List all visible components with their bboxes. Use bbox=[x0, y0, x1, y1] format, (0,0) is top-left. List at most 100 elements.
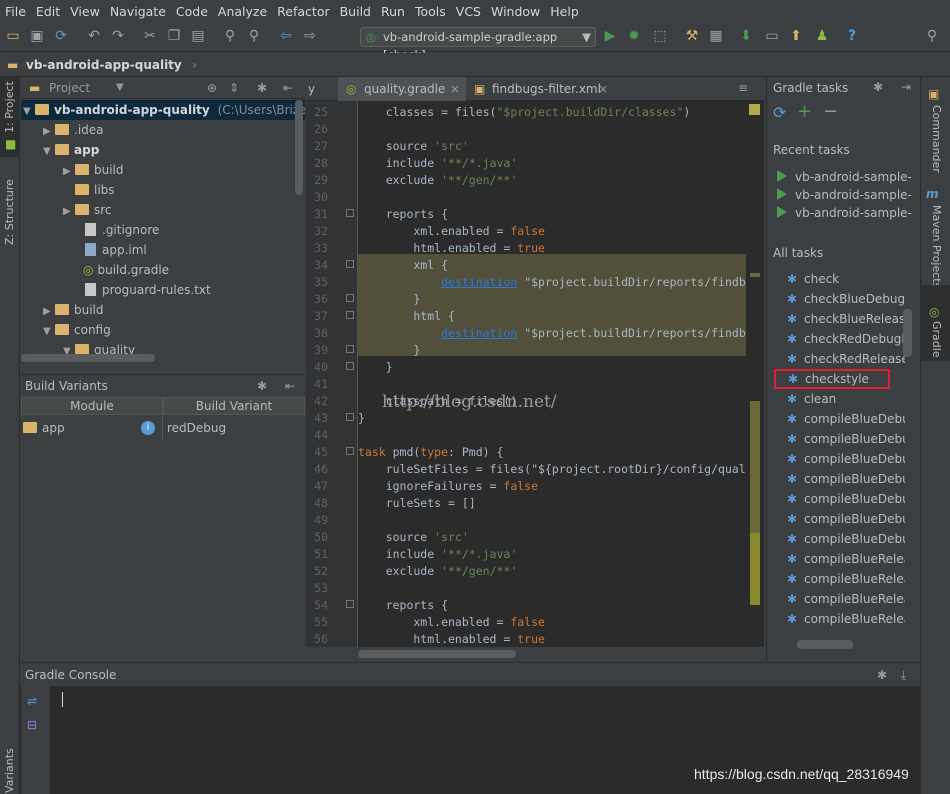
column-header-build-variant[interactable]: Build Variant bbox=[163, 397, 305, 415]
menu-item-tools[interactable]: Tools bbox=[410, 4, 451, 19]
fold-marker-icon[interactable] bbox=[346, 294, 354, 302]
menu-item-analyze[interactable]: Analyze bbox=[213, 4, 272, 19]
settings-gear-icon[interactable]: ✱ bbox=[257, 375, 267, 397]
breadcrumb-project[interactable]: vb-android-app-quality bbox=[26, 58, 182, 72]
sdk-manager-icon[interactable]: ⬇ bbox=[736, 26, 756, 46]
menu-item-help[interactable]: Help bbox=[545, 4, 584, 19]
close-icon[interactable]: × bbox=[598, 77, 608, 101]
settings-wrench-icon[interactable]: ⚒ bbox=[682, 26, 702, 46]
tree-row-build-gradle[interactable]: ◎ build.gradle bbox=[83, 260, 169, 280]
fold-marker-icon[interactable] bbox=[346, 209, 354, 217]
task-item-compilebluedebu[interactable]: ✱ compileBlueDebu bbox=[787, 409, 905, 429]
settings-gear-icon[interactable]: ✱ bbox=[877, 663, 887, 687]
coverage-icon[interactable]: ⬚ bbox=[650, 26, 670, 46]
collapse-all-icon[interactable]: ⇕ bbox=[229, 77, 239, 99]
menu-item-file[interactable]: File bbox=[0, 4, 31, 19]
menu-item-code[interactable]: Code bbox=[171, 4, 213, 19]
tab-previous[interactable]: y bbox=[306, 77, 336, 101]
menu-item-window[interactable]: Window bbox=[486, 4, 545, 19]
sync-icon[interactable]: ⟳ bbox=[51, 26, 71, 46]
open-folder-icon[interactable]: ▭ bbox=[3, 26, 23, 46]
tree-vscrollbar[interactable] bbox=[295, 100, 303, 195]
expand-right-icon[interactable]: ▶ bbox=[43, 122, 55, 142]
task-item-compilebluedebu[interactable]: ✱ compileBlueDebu bbox=[787, 429, 905, 449]
run-configuration-select[interactable]: ◎ vb-android-sample-gradle:app [check] ▼ bbox=[360, 27, 596, 62]
task-item-checkbluedebugm[interactable]: ✱ checkBlueDebugM bbox=[787, 289, 905, 309]
fold-marker-icon[interactable] bbox=[346, 447, 354, 455]
undo-icon[interactable]: ↶ bbox=[84, 26, 104, 46]
tab-findbugs-filter[interactable]: ▣ findbugs-filter.xml × bbox=[466, 77, 614, 101]
clear-console-icon[interactable]: ⊟ bbox=[27, 718, 37, 732]
column-header-module[interactable]: Module bbox=[21, 397, 163, 415]
device-monitor-icon[interactable]: ⬆ bbox=[786, 26, 806, 46]
find-icon[interactable]: ⚲ bbox=[220, 26, 240, 46]
task-item-checkredreleasem[interactable]: ✱ checkRedReleaseM bbox=[787, 349, 905, 369]
tree-row-idea[interactable]: ▶ .idea bbox=[43, 120, 104, 140]
menu-item-vcs[interactable]: VCS bbox=[451, 4, 486, 19]
save-icon[interactable]: ▣ bbox=[27, 26, 47, 46]
gradle-panel-title[interactable]: Gradle tasks bbox=[773, 77, 848, 99]
menu-item-run[interactable]: Run bbox=[376, 4, 410, 19]
menu-item-build[interactable]: Build bbox=[335, 4, 376, 19]
expand-down-icon[interactable]: ▼ bbox=[43, 322, 55, 342]
settings-gear-icon[interactable]: ✱ bbox=[873, 80, 883, 94]
tree-row-config[interactable]: ▼ config bbox=[43, 320, 111, 340]
hide-panel-icon[interactable]: ⇥ bbox=[901, 80, 911, 94]
fold-marker-icon[interactable] bbox=[346, 362, 354, 370]
redo-icon[interactable]: ↷ bbox=[108, 26, 128, 46]
tree-row-app[interactable]: ▼ app bbox=[43, 140, 99, 160]
remove-icon[interactable]: − bbox=[823, 101, 838, 122]
paste-icon[interactable]: ▤ bbox=[188, 26, 208, 46]
tree-row-src[interactable]: ▶ src bbox=[63, 200, 112, 220]
tree-row-root[interactable]: ▼ vb-android-app-quality (C:\Users\Brize\… bbox=[21, 100, 305, 120]
hide-panel-icon[interactable]: ⇤ bbox=[285, 375, 295, 397]
task-item-compilebluedebu[interactable]: ✱ compileBlueDebu bbox=[787, 449, 905, 469]
view-dropdown-icon[interactable]: ▼ bbox=[116, 77, 124, 99]
build-variant-select[interactable]: redDebug bbox=[163, 416, 305, 440]
hide-panel-icon[interactable]: ⇤ bbox=[283, 77, 293, 99]
tree-row-proguard[interactable]: proguard-rules.txt bbox=[85, 280, 211, 300]
expand-down-icon[interactable]: ▼ bbox=[23, 102, 35, 122]
refresh-icon[interactable]: ⟳ bbox=[773, 103, 786, 122]
task-item-checkreddebugm[interactable]: ✱ checkRedDebugM bbox=[787, 329, 905, 349]
tasks-hscrollbar[interactable] bbox=[797, 640, 853, 649]
fold-marker-icon[interactable] bbox=[346, 413, 354, 421]
tree-row-app-iml[interactable]: app.iml bbox=[85, 240, 147, 260]
tool-tab-gradle-label[interactable]: Gradle bbox=[930, 321, 943, 358]
tool-tab-maven-label[interactable]: Maven Projects bbox=[930, 205, 943, 288]
task-item-checkstyle[interactable]: ✱ checkstyle bbox=[774, 369, 890, 389]
cut-icon[interactable]: ✂ bbox=[140, 26, 160, 46]
task-item-clean[interactable]: ✱ clean bbox=[787, 389, 905, 409]
recent-task-item[interactable]: vb-android-sample-... bbox=[777, 185, 913, 205]
expand-down-icon[interactable]: ▼ bbox=[43, 142, 55, 162]
settings-gear-icon[interactable]: ✱ bbox=[257, 77, 267, 99]
menu-item-view[interactable]: View bbox=[65, 4, 105, 19]
project-panel-title[interactable]: Project bbox=[49, 81, 90, 95]
add-icon[interactable]: + bbox=[797, 101, 812, 122]
code-editor[interactable]: http://blog.csdn.net/ classes = files("$… bbox=[358, 101, 746, 647]
tree-hscrollbar[interactable] bbox=[21, 354, 155, 362]
project-structure-icon[interactable]: ▦ bbox=[706, 26, 726, 46]
task-item-check[interactable]: ✱ check bbox=[787, 269, 905, 289]
build-variants-title[interactable]: Build Variants bbox=[25, 379, 108, 393]
tree-row-libs[interactable]: libs bbox=[75, 180, 115, 200]
breadcrumb[interactable]: ▬ vb-android-app-quality › bbox=[0, 53, 950, 77]
fold-marker-icon[interactable] bbox=[346, 600, 354, 608]
gradle-console-title[interactable]: Gradle Console bbox=[25, 668, 116, 682]
menu-item-navigate[interactable]: Navigate bbox=[105, 4, 171, 19]
expand-right-icon[interactable]: ▶ bbox=[63, 202, 75, 222]
scroll-from-source-icon[interactable]: ⊕ bbox=[207, 77, 217, 99]
tasks-vscrollbar[interactable] bbox=[903, 309, 912, 357]
close-icon[interactable]: × bbox=[450, 77, 460, 101]
toggle-view-icon[interactable]: ⇌ bbox=[27, 694, 37, 708]
task-item-compilebluerelea[interactable]: ✱ compileBlueRelea bbox=[787, 569, 905, 589]
tool-tab-structure-label[interactable]: Z: Structure bbox=[3, 179, 16, 245]
task-item-compilebluedebu[interactable]: ✱ compileBlueDebu bbox=[787, 489, 905, 509]
debug-icon[interactable]: ✹ bbox=[624, 26, 644, 46]
task-item-compilebluedebu[interactable]: ✱ compileBlueDebu bbox=[787, 509, 905, 529]
task-item-compilebluerelea[interactable]: ✱ compileBlueRelea bbox=[787, 589, 905, 609]
forward-icon[interactable]: ⇨ bbox=[300, 26, 320, 46]
fold-marker-icon[interactable] bbox=[346, 311, 354, 319]
tool-tab-commander-label[interactable]: Commander bbox=[930, 105, 943, 173]
search-everywhere-icon[interactable]: ⚲ bbox=[922, 26, 942, 46]
